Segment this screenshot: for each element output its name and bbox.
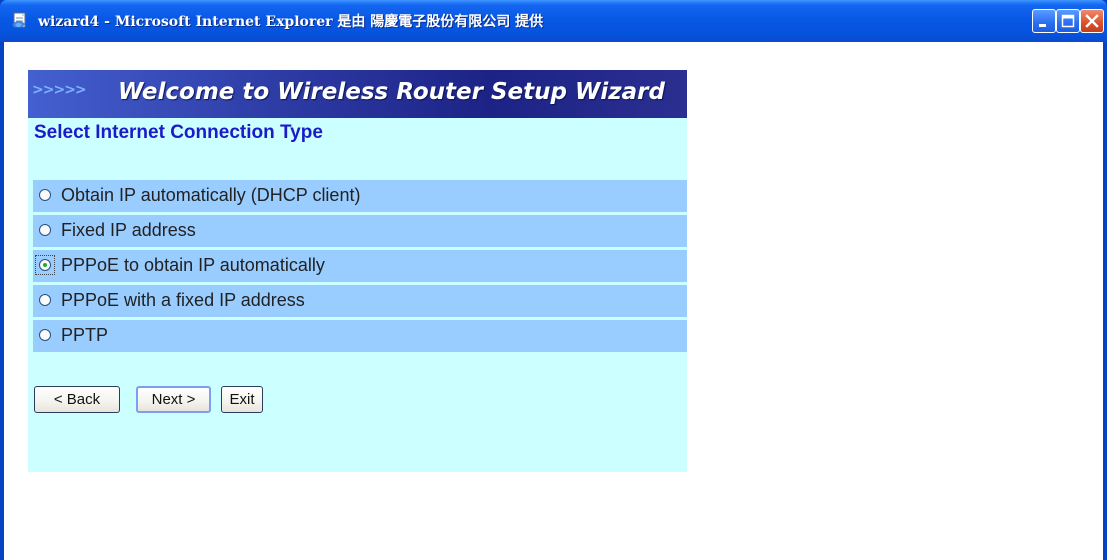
radio-pptp[interactable]	[39, 329, 51, 341]
radio-fixed-ip[interactable]	[39, 224, 51, 236]
radio-pppoe-auto[interactable]	[39, 259, 51, 271]
minimize-button[interactable]	[1032, 9, 1056, 33]
connection-type-options: Obtain IP automatically (DHCP client) Fi…	[33, 180, 687, 355]
option-label[interactable]: PPPoE with a fixed IP address	[61, 290, 305, 311]
option-label[interactable]: Fixed IP address	[61, 220, 196, 241]
title-bar[interactable]: wizard4 - Microsoft Internet Explorer 是由…	[0, 0, 1107, 42]
radio-pppoe-fixed[interactable]	[39, 294, 51, 306]
option-dhcp[interactable]: Obtain IP automatically (DHCP client)	[33, 180, 687, 212]
window-title: wizard4 - Microsoft Internet Explorer 是由…	[38, 14, 544, 30]
minimize-icon	[1039, 24, 1046, 27]
wizard-panel: >>>>> Welcome to Wireless Router Setup W…	[28, 70, 687, 472]
option-pptp[interactable]: PPTP	[33, 320, 687, 352]
banner-title: Welcome to Wireless Router Setup Wizard	[118, 79, 665, 105]
next-button[interactable]: Next >	[136, 386, 211, 413]
back-button[interactable]: < Back	[34, 386, 120, 413]
maximize-button[interactable]	[1056, 9, 1080, 33]
page-content: >>>>> Welcome to Wireless Router Setup W…	[4, 42, 1103, 560]
browser-window: wizard4 - Microsoft Internet Explorer 是由…	[0, 0, 1107, 560]
banner-arrows: >>>>>	[32, 82, 87, 98]
option-pppoe-fixed[interactable]: PPPoE with a fixed IP address	[33, 285, 687, 317]
close-icon	[1085, 14, 1099, 28]
option-fixed-ip[interactable]: Fixed IP address	[33, 215, 687, 247]
page-title: Select Internet Connection Type	[34, 122, 323, 143]
option-pppoe-auto[interactable]: PPPoE to obtain IP automatically	[33, 250, 687, 282]
option-label[interactable]: PPTP	[61, 325, 108, 346]
wizard-banner: >>>>> Welcome to Wireless Router Setup W…	[28, 70, 687, 118]
close-button[interactable]	[1080, 9, 1104, 33]
radio-dhcp[interactable]	[39, 189, 51, 201]
ie-page-icon[interactable]	[10, 11, 30, 31]
option-label[interactable]: Obtain IP automatically (DHCP client)	[61, 185, 360, 206]
exit-button[interactable]: Exit	[221, 386, 263, 413]
option-label[interactable]: PPPoE to obtain IP automatically	[61, 255, 325, 276]
maximize-icon	[1061, 14, 1075, 28]
